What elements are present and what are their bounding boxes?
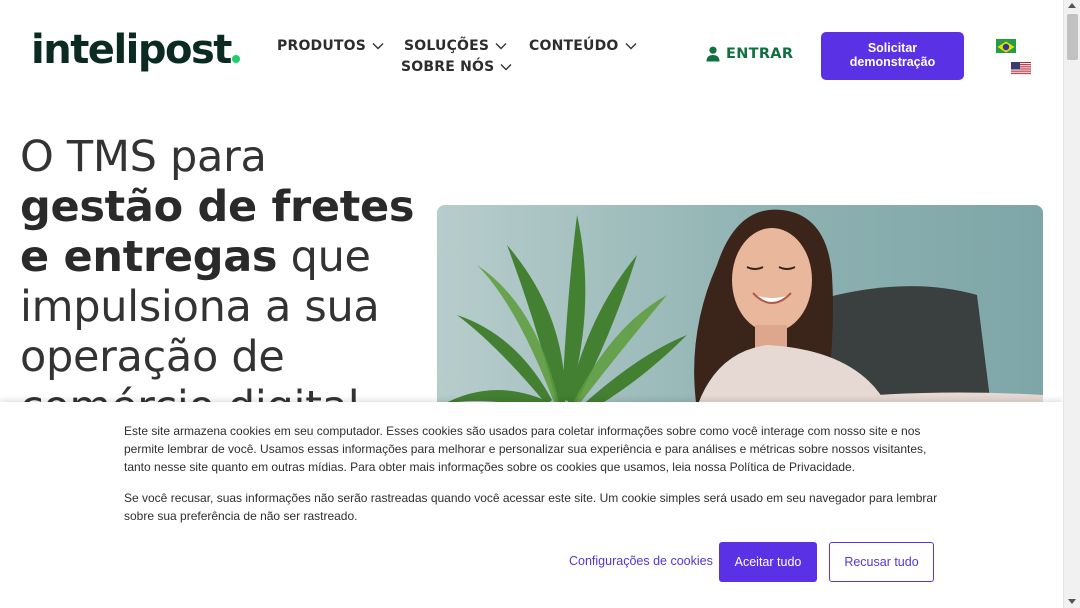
brazil-flag-icon[interactable] [996,39,1016,53]
request-demo-button[interactable]: Solicitar demonstração [821,32,964,80]
chevron-down-icon [625,43,636,50]
chevron-down-icon [495,43,507,50]
usa-flag-icon[interactable] [1011,61,1031,75]
hero-line-1: O TMS para [20,132,267,182]
logo-text: intelipost [31,27,232,73]
nav-solucoes[interactable]: SOLUÇÕES [404,38,507,54]
scroll-up-arrow-icon[interactable] [1068,3,1076,8]
vertical-scrollbar[interactable] [1063,0,1080,608]
hero-bold-1: gestão de fretes [20,182,415,232]
nav-produtos-label: PRODUTOS [277,38,367,54]
scrollbar-thumb[interactable] [1067,14,1078,60]
request-demo-label: Solicitar demonstração [849,41,936,69]
hero-after-bold: que [277,232,371,282]
hero-line-4: impulsiona a sua [20,282,380,332]
cookie-settings-link[interactable]: Configurações de cookies [569,554,713,568]
cookie-text-1: Este site armazena cookies em seu comput… [124,424,927,474]
hero-headline: O TMS para gestão de fretes e entregas q… [20,132,430,432]
page: intelipost PRODUTOS SOLUÇÕES CONTEÚDO SO… [0,0,1063,608]
login-label: ENTRAR [726,46,794,62]
nav-conteudo[interactable]: CONTEÚDO [529,38,637,54]
scroll-down-arrow-icon[interactable] [1068,599,1076,604]
accept-all-button[interactable]: Aceitar tudo [719,542,817,582]
chevron-down-icon [500,64,512,71]
user-icon [706,46,720,62]
intelipost-logo[interactable]: intelipost [31,30,240,70]
chevron-down-icon [372,43,384,50]
cookie-banner: Este site armazena cookies em seu comput… [0,402,1063,608]
hero-line-5: operação de [20,332,285,382]
cookie-text-2: Se você recusar, suas informações não se… [124,491,938,523]
nav-sobre-nos[interactable]: SOBRE NÓS [401,59,512,75]
login-link[interactable]: ENTRAR [706,46,793,62]
nav-produtos[interactable]: PRODUTOS [277,38,384,54]
logo-green-dot [231,55,240,63]
nav-solucoes-label: SOLUÇÕES [404,38,490,54]
hero-bold-2: e entregas [20,232,278,282]
nav-sobre-nos-label: SOBRE NÓS [401,59,495,75]
reject-all-button[interactable]: Recusar tudo [829,542,934,582]
nav-conteudo-label: CONTEÚDO [529,38,619,54]
